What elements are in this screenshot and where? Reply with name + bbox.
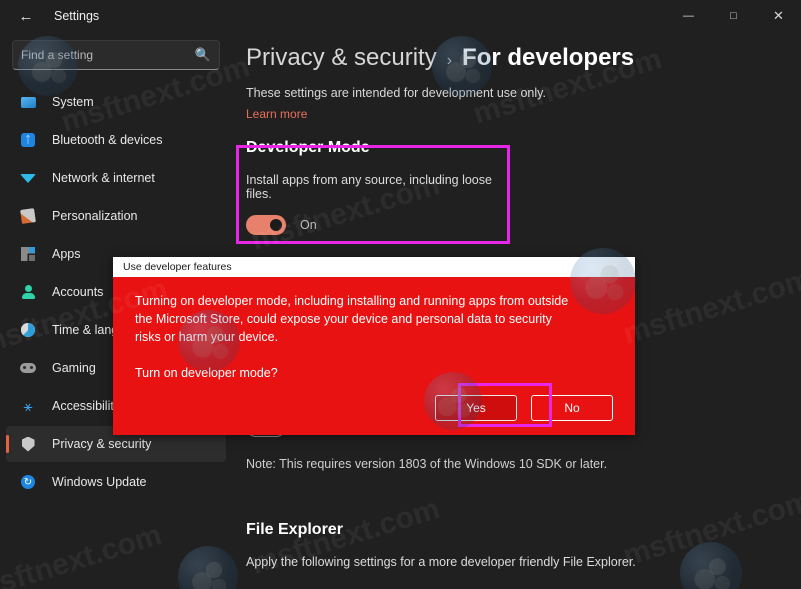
clock-icon [18,320,38,340]
search-icon: 🔍 [194,47,211,62]
dialog-body: Turning on developer mode, including ins… [113,277,635,435]
search-input[interactable] [21,48,191,62]
dialog-question: Turn on developer mode? [135,366,278,381]
sidebar-item-label: Accessibility [52,399,121,413]
minimize-button[interactable]: — [666,0,711,32]
sidebar-item-bluetooth-devices[interactable]: ᛏ Bluetooth & devices [6,122,226,158]
chevron-right-icon: › [446,52,453,69]
learn-more-link[interactable]: Learn more [246,107,307,121]
dialog-message: Turning on developer mode, including ins… [135,294,569,344]
sidebar-item-label: Windows Update [52,475,147,489]
apps-grid-icon [18,244,38,264]
window-titlebar: ← Settings — □ ✕ [0,0,801,32]
search-box[interactable]: 🔍 [12,40,220,70]
shield-icon [18,434,38,454]
sidebar-item-label: Gaming [52,361,96,375]
sidebar-item-label: Network & internet [52,171,155,185]
developer-mode-description: Install apps from any source, including … [246,173,492,201]
developer-mode-toggle-row: On [246,215,521,235]
dialog-title: Use developer features [123,261,232,273]
no-button[interactable]: No [531,395,613,421]
sidebar-item-label: Apps [52,247,81,261]
monitor-icon [18,92,38,112]
yes-button[interactable]: Yes [435,395,517,421]
sidebar-item-label: Privacy & security [52,437,152,451]
file-explorer-title: File Explorer [246,521,343,538]
dialog-titlebar: Use developer features [113,257,635,277]
bluetooth-icon: ᛏ [18,130,38,150]
sidebar-item-network-internet[interactable]: Network & internet [6,160,226,196]
close-button[interactable]: ✕ [756,0,801,32]
sidebar-item-windows-update[interactable]: ↻ Windows Update [6,464,226,500]
developer-features-dialog: Use developer features Turning on develo… [113,257,635,435]
sidebar-item-system[interactable]: System [6,84,226,120]
developer-mode-section: Developer Mode Install apps from any sou… [246,139,521,235]
sidebar-item-personalization[interactable]: Personalization [6,198,226,234]
page-subtitle: These settings are intended for developm… [246,86,546,100]
accessibility-icon: ⚹ [23,397,33,415]
sidebar-item-label: Accounts [52,285,104,299]
settings-window: ← Settings — □ ✕ 🔍 System ᛏ Bluetooth & … [0,0,801,589]
search-container: 🔍 [0,32,232,70]
breadcrumb-parent[interactable]: Privacy & security [246,44,437,72]
sidebar-item-label: Personalization [52,209,138,223]
developer-mode-toggle[interactable] [246,215,286,235]
file-explorer-description: Apply the following settings for a more … [246,555,636,569]
dialog-button-group: Yes No [435,395,613,421]
maximize-button[interactable]: □ [711,0,756,32]
wifi-icon [18,168,38,188]
breadcrumb: Privacy & security › For developers [246,44,801,72]
back-arrow-icon[interactable]: ← [6,1,46,31]
developer-mode-title: Developer Mode [246,139,370,156]
developer-mode-toggle-label: On [300,218,317,232]
update-refresh-icon: ↻ [18,472,38,492]
sidebar-item-label: System [52,95,94,109]
sidebar-item-label: Bluetooth & devices [52,133,163,147]
page-title: For developers [462,44,635,71]
sdk-version-note: Note: This requires version 1803 of the … [246,457,608,471]
person-icon [18,282,38,302]
paintbrush-icon [18,206,38,226]
window-title: Settings [54,9,100,23]
gamepad-icon [18,358,38,378]
